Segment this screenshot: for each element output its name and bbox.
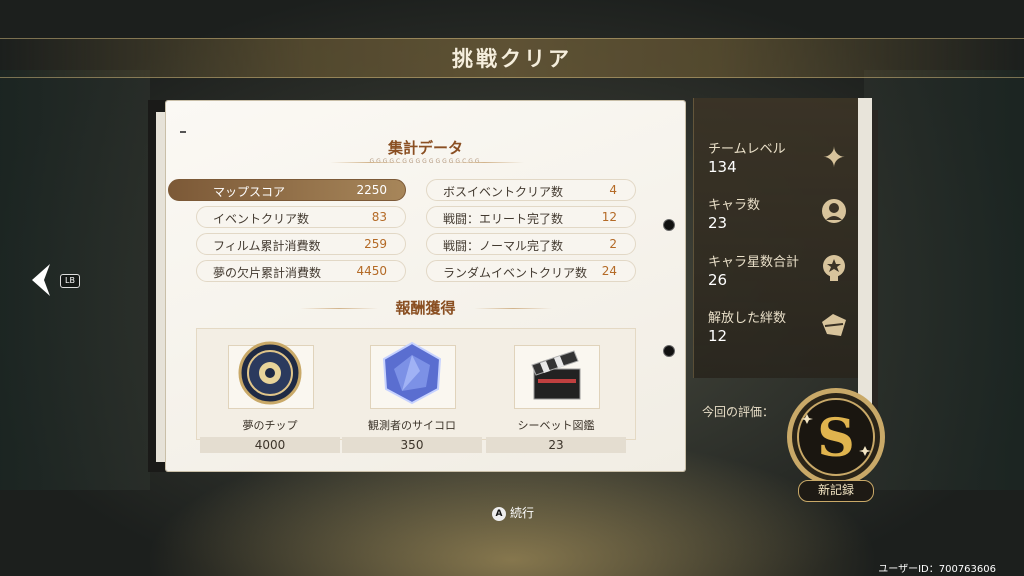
chip-icon [238, 341, 302, 409]
stat-label: 戦闘：ノーマル完了数 [443, 239, 564, 253]
continue-label: 続行 [510, 506, 535, 520]
stat-value: 23 [708, 214, 728, 232]
bond-icon [817, 310, 851, 344]
stat-row-film-consumed[interactable]: フィルム累計消費数 259 [196, 233, 406, 255]
stat-value: 83 [371, 210, 387, 224]
stat-label: ボスイベントクリア数 [443, 185, 564, 199]
stat-value: 2250 [356, 183, 387, 197]
previous-arrow-icon[interactable] [30, 262, 52, 302]
binder-hole [663, 219, 675, 231]
stat-value: 26 [708, 271, 728, 289]
reward-count: 4000 [254, 438, 286, 452]
stat-row-boss-clear[interactable]: ボスイベントクリア数 4 [426, 179, 636, 201]
rewards-title: 報酬獲得 [395, 299, 456, 317]
summary-subtitle: GGGGCGGGGGGGGGCGG [369, 158, 482, 165]
stat-value: 4 [609, 183, 617, 197]
reward-name: シーベット図鑑 [517, 419, 595, 432]
stat-value: 4450 [356, 264, 387, 278]
clapperboard-icon [526, 345, 586, 409]
new-record-badge: 新記録 [798, 480, 874, 502]
stat-label: キャラ星数合計 [708, 255, 800, 270]
stat-row-dream-fragment[interactable]: 夢の欠片累計消費数 4450 [196, 260, 406, 282]
stat-row-map-score[interactable]: マップスコア 2250 [168, 179, 406, 201]
stat-row-elite-battle[interactable]: 戦闘：エリート完了数 12 [426, 206, 636, 228]
stat-label: 戦闘：エリート完了数 [443, 212, 564, 226]
dice-icon [380, 341, 444, 409]
user-id: ユーザーID：700763606 [878, 564, 996, 575]
page-title: 挑戦クリア [452, 47, 572, 71]
character-icon [817, 196, 851, 230]
stat-value: 24 [601, 264, 617, 278]
divider-left [300, 308, 378, 309]
stat-row-event-clear[interactable]: イベントクリア数 83 [196, 206, 406, 228]
rank-letter: S [817, 408, 855, 469]
divider-right [444, 162, 524, 163]
stat-label: 解放した絆数 [708, 311, 787, 326]
summary-title: 集計データ [387, 139, 463, 157]
reward-count: 350 [400, 438, 424, 452]
reward-count: 23 [548, 438, 564, 452]
evaluation-label: 今回の評価： [702, 405, 775, 419]
stat-value: 12 [708, 327, 728, 345]
rank-badge: S [785, 386, 887, 488]
stat-label: イベントクリア数 [213, 212, 310, 226]
continue-button[interactable]: A 続行 [492, 504, 534, 521]
a-button-icon: A [492, 506, 506, 521]
stat-row-random-event[interactable]: ランダムイベントクリア数 24 [426, 260, 636, 282]
stat-label: フィルム累計消費数 [213, 239, 321, 253]
card-mark [180, 131, 186, 133]
divider-left [330, 162, 410, 163]
stat-value: 259 [364, 237, 387, 251]
stat-label: チームレベル [708, 142, 786, 157]
reward-name: 夢のチップ [242, 419, 298, 432]
stat-row-normal-battle[interactable]: 戦闘：ノーマル完了数 2 [426, 233, 636, 255]
divider-right [474, 308, 552, 309]
stat-value: 2 [609, 237, 617, 251]
binder-hole [663, 345, 675, 357]
stat-value: 12 [601, 210, 617, 224]
stat-label: キャラ数 [708, 198, 761, 213]
reward-name: 観測者のサイコロ [368, 419, 456, 432]
stat-label: ランダムイベントクリア数 [443, 266, 588, 280]
stat-value: 134 [708, 158, 737, 176]
lb-button[interactable]: LB [60, 274, 80, 288]
stat-label: マップスコア [213, 185, 286, 199]
stat-label: 夢の欠片累計消費数 [213, 266, 322, 280]
background-right [864, 70, 1024, 490]
star-bulb-icon [817, 253, 851, 287]
sparkle-icon: ✦ [822, 141, 846, 174]
